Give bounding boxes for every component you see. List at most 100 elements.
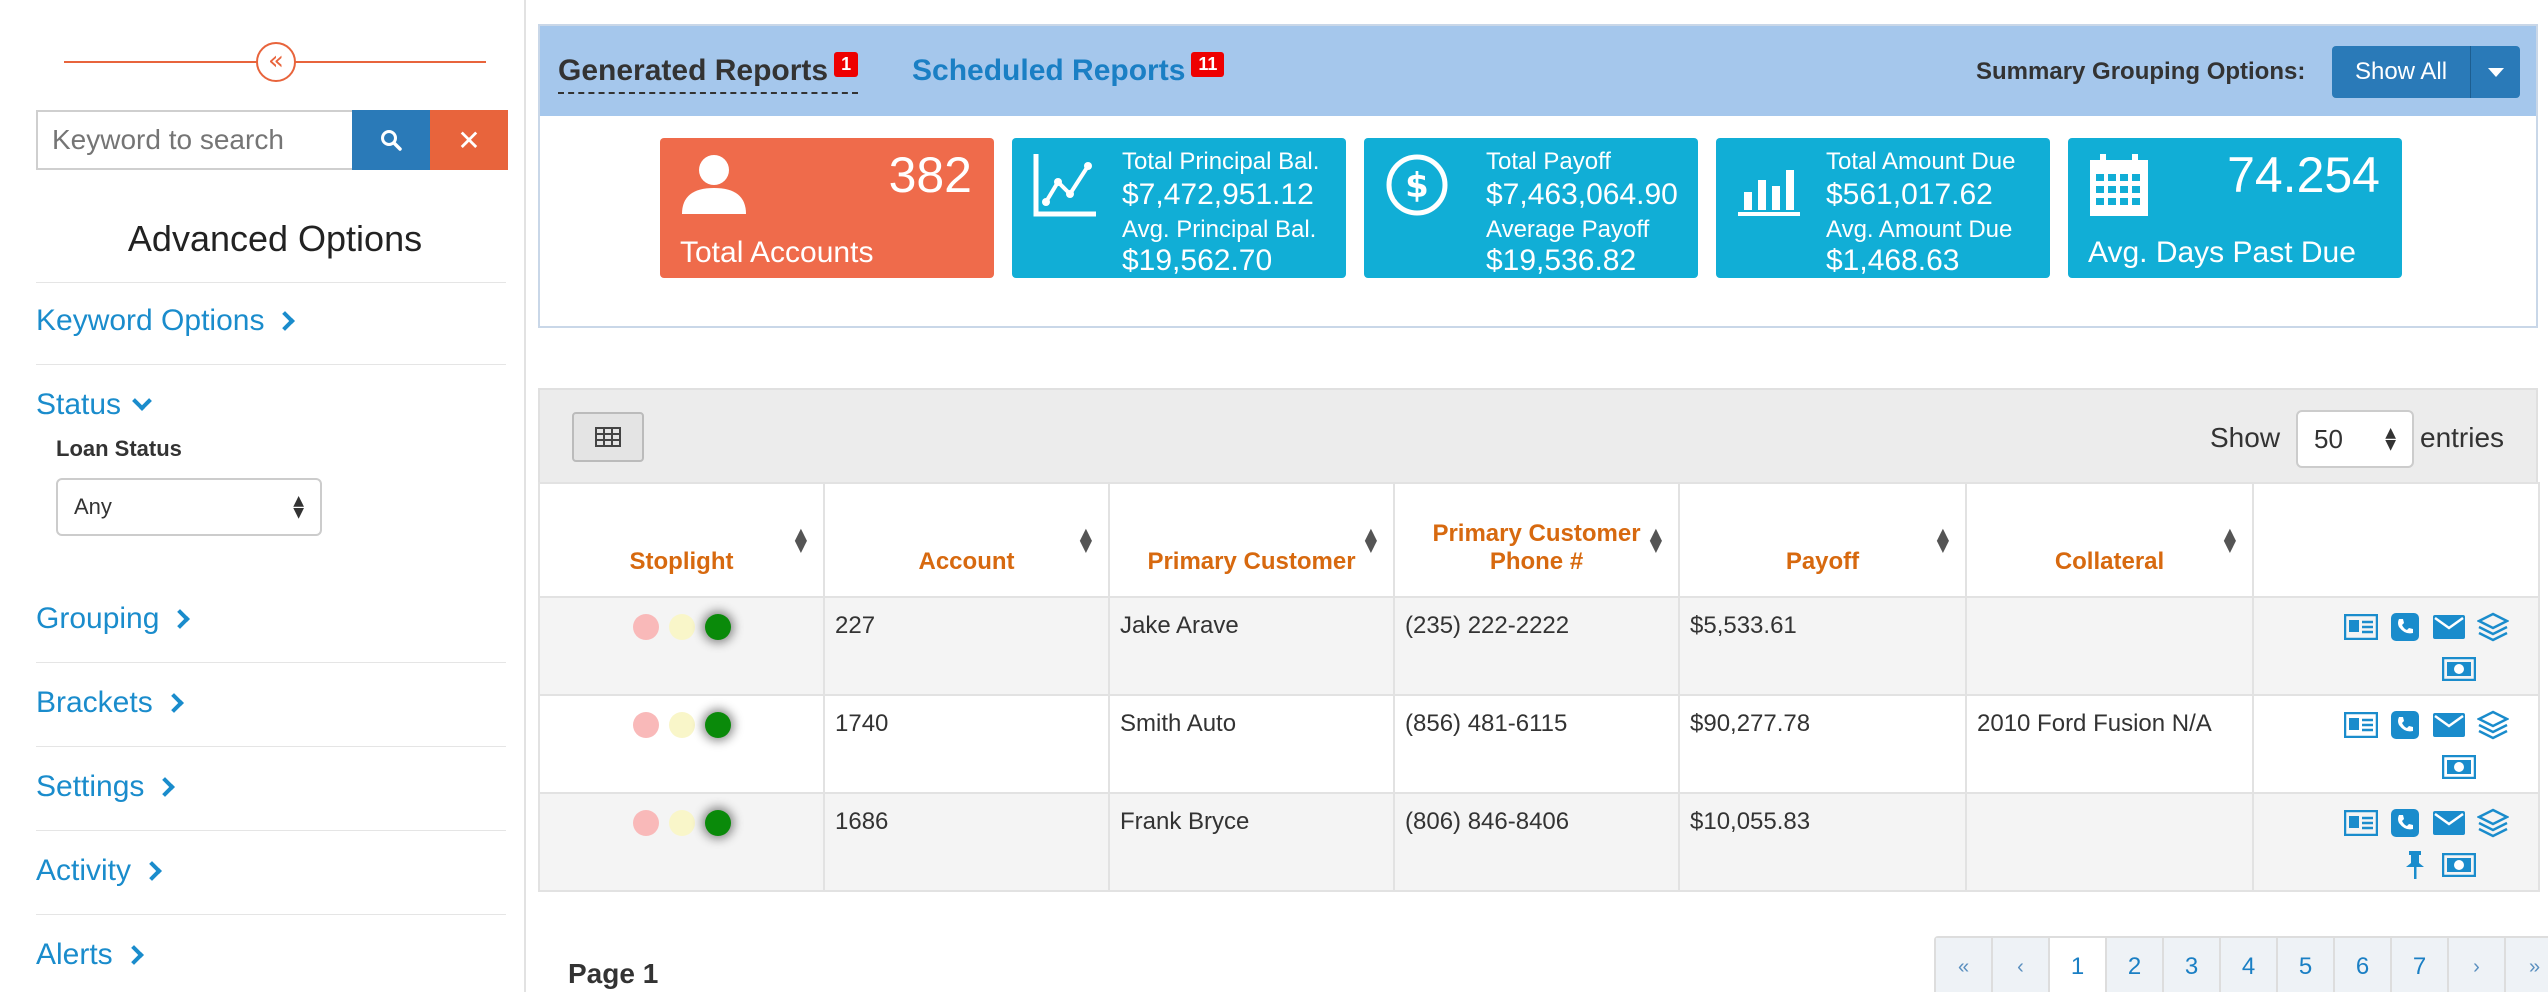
select-arrows-icon: ▲ ▼: [293, 493, 304, 521]
payoff-cell: $10,055.83: [1678, 792, 1967, 892]
sidebar-item-status[interactable]: Status: [36, 388, 152, 422]
stoplight-yellow-icon: [668, 614, 695, 640]
table-row[interactable]: 1686 Frank Bryce (806) 846-8406 $10,055.…: [538, 792, 2540, 892]
pagination-page[interactable]: 6: [2335, 938, 2392, 992]
phone-icon[interactable]: [2388, 808, 2422, 838]
sidebar-item-alerts[interactable]: Alerts: [36, 938, 144, 972]
dropdown-toggle[interactable]: [2470, 46, 2520, 98]
sort-icon: ▲ ▼: [1649, 524, 1662, 555]
envelope-icon[interactable]: [2432, 710, 2466, 740]
stoplight-red-icon: [632, 712, 659, 738]
stoplight-red-icon: [632, 810, 659, 836]
payoff-cell: $5,533.61: [1678, 596, 1967, 696]
sidebar-item-label: Brackets: [36, 686, 153, 719]
clear-search-button[interactable]: ✕: [430, 110, 508, 170]
sidebar-item-activity[interactable]: Activity: [36, 854, 162, 888]
money-icon[interactable]: [2442, 752, 2476, 782]
column-header-collateral[interactable]: Collateral ▲ ▼: [1965, 482, 2254, 598]
pagination-page[interactable]: 3: [2164, 938, 2221, 992]
money-icon[interactable]: [2442, 850, 2476, 880]
sidebar-item-settings[interactable]: Settings: [36, 770, 176, 804]
sidebar-item-grouping[interactable]: Grouping: [36, 602, 191, 636]
layers-icon[interactable]: [2476, 808, 2510, 838]
pushpin-icon[interactable]: [2398, 850, 2432, 880]
sidebar-item-brackets[interactable]: Brackets: [36, 686, 184, 720]
pagination-page[interactable]: 4: [2221, 938, 2278, 992]
search-input[interactable]: [36, 110, 352, 170]
layers-icon[interactable]: [2476, 710, 2510, 740]
total-accounts-card: 382 Total Accounts: [660, 138, 994, 278]
envelope-icon[interactable]: [2432, 808, 2466, 838]
sidebar-item-label: Activity: [36, 854, 132, 887]
sidebar-item-keyword-options[interactable]: Keyword Options: [36, 304, 296, 338]
column-header-label: Primary Customer: [1147, 548, 1356, 575]
pagination-page[interactable]: 7: [2392, 938, 2449, 992]
pagination: « ‹ 1 2 3 4 5 6 7 › »: [1934, 936, 2548, 992]
envelope-icon[interactable]: [2432, 612, 2466, 642]
days-past-due-label: Avg. Days Past Due: [2088, 236, 2356, 269]
payoff-avg-value: $19,536.82: [1486, 244, 1637, 277]
divider: [36, 364, 506, 365]
stoplight-red-icon: [632, 614, 659, 640]
column-header-account[interactable]: Account ▲ ▼: [823, 482, 1110, 598]
entries-select[interactable]: 50 ▲ ▼: [2296, 410, 2414, 468]
grouping-dropdown[interactable]: Show All: [2332, 46, 2520, 98]
sidebar-item-label: Settings: [36, 770, 145, 803]
sort-icon: ▲ ▼: [2223, 524, 2236, 555]
page-indicator: Page 1: [568, 958, 659, 989]
account-cell[interactable]: 227: [823, 596, 1110, 696]
phone-icon[interactable]: [2388, 710, 2422, 740]
customer-cell: Jake Arave: [1108, 596, 1395, 696]
account-cell[interactable]: 1740: [823, 694, 1110, 794]
actions-cell: [2252, 596, 2540, 696]
user-icon: [682, 155, 746, 214]
column-header-phone[interactable]: Primary Customer Phone # ▲ ▼: [1393, 482, 1680, 598]
reports-header: Generated Reports 1 Scheduled Reports 11 S…: [540, 26, 2536, 116]
column-header-payoff[interactable]: Payoff ▲ ▼: [1678, 482, 1967, 598]
column-header-stoplight[interactable]: Stoplight ▲ ▼: [538, 482, 825, 598]
id-card-icon[interactable]: [2344, 808, 2378, 838]
pagination-first[interactable]: «: [1936, 938, 1993, 992]
pagination-page[interactable]: 1: [2050, 938, 2107, 992]
id-card-icon[interactable]: [2344, 710, 2378, 740]
actions-cell: [2252, 792, 2540, 892]
payoff-total-value: $7,463,064.90: [1486, 178, 1678, 211]
dollar-circle-icon: $: [1386, 154, 1448, 216]
sidebar-item-label: Status: [36, 388, 122, 421]
sort-icon: ▲ ▼: [1364, 524, 1377, 555]
principal-total-value: $7,472,951.12: [1122, 178, 1314, 211]
collapse-sidebar-button[interactable]: «: [256, 42, 296, 82]
search-button[interactable]: [352, 110, 430, 170]
phone-icon[interactable]: [2388, 612, 2422, 642]
column-visibility-button[interactable]: [572, 412, 644, 462]
table-row[interactable]: 227 Jake Arave (235) 222-2222 $5,533.61: [538, 596, 2540, 696]
pagination-page[interactable]: 5: [2278, 938, 2335, 992]
scheduled-count-badge: 11: [1191, 52, 1225, 77]
pagination-next[interactable]: ›: [2449, 938, 2506, 992]
actions-cell: [2252, 694, 2540, 794]
column-header-actions: [2252, 482, 2540, 598]
pagination-last[interactable]: »: [2506, 938, 2548, 992]
tab-scheduled-reports[interactable]: Scheduled Reports 11: [912, 52, 1225, 88]
grouping-value: Show All: [2354, 58, 2448, 85]
divider: [36, 914, 506, 915]
principal-balance-card: Total Principal Bal. $7,472,951.12 Avg. …: [1012, 138, 1346, 278]
chevron-right-icon: [170, 609, 191, 629]
total-accounts-label: Total Accounts: [680, 236, 874, 269]
stoplight-cell: [538, 792, 825, 892]
stoplight-green-icon: [704, 810, 731, 836]
loan-status-select[interactable]: Any ▲ ▼: [56, 478, 322, 536]
id-card-icon[interactable]: [2344, 612, 2378, 642]
chevron-right-icon: [155, 777, 176, 797]
tab-label: Scheduled Reports: [912, 54, 1186, 87]
column-header-primary-customer[interactable]: Primary Customer ▲ ▼: [1108, 482, 1395, 598]
column-header-label: Primary Customer: [1432, 520, 1641, 547]
table-row[interactable]: 1740 Smith Auto (856) 481-6115 $90,277.7…: [538, 694, 2540, 794]
account-cell[interactable]: 1686: [823, 792, 1110, 892]
layers-icon[interactable]: [2476, 612, 2510, 642]
pagination-page[interactable]: 2: [2107, 938, 2164, 992]
money-icon[interactable]: [2442, 654, 2476, 684]
collateral-cell: 2010 Ford Fusion N/A: [1965, 694, 2254, 794]
pagination-prev[interactable]: ‹: [1993, 938, 2050, 992]
tab-generated-reports[interactable]: Generated Reports 1: [558, 52, 859, 94]
